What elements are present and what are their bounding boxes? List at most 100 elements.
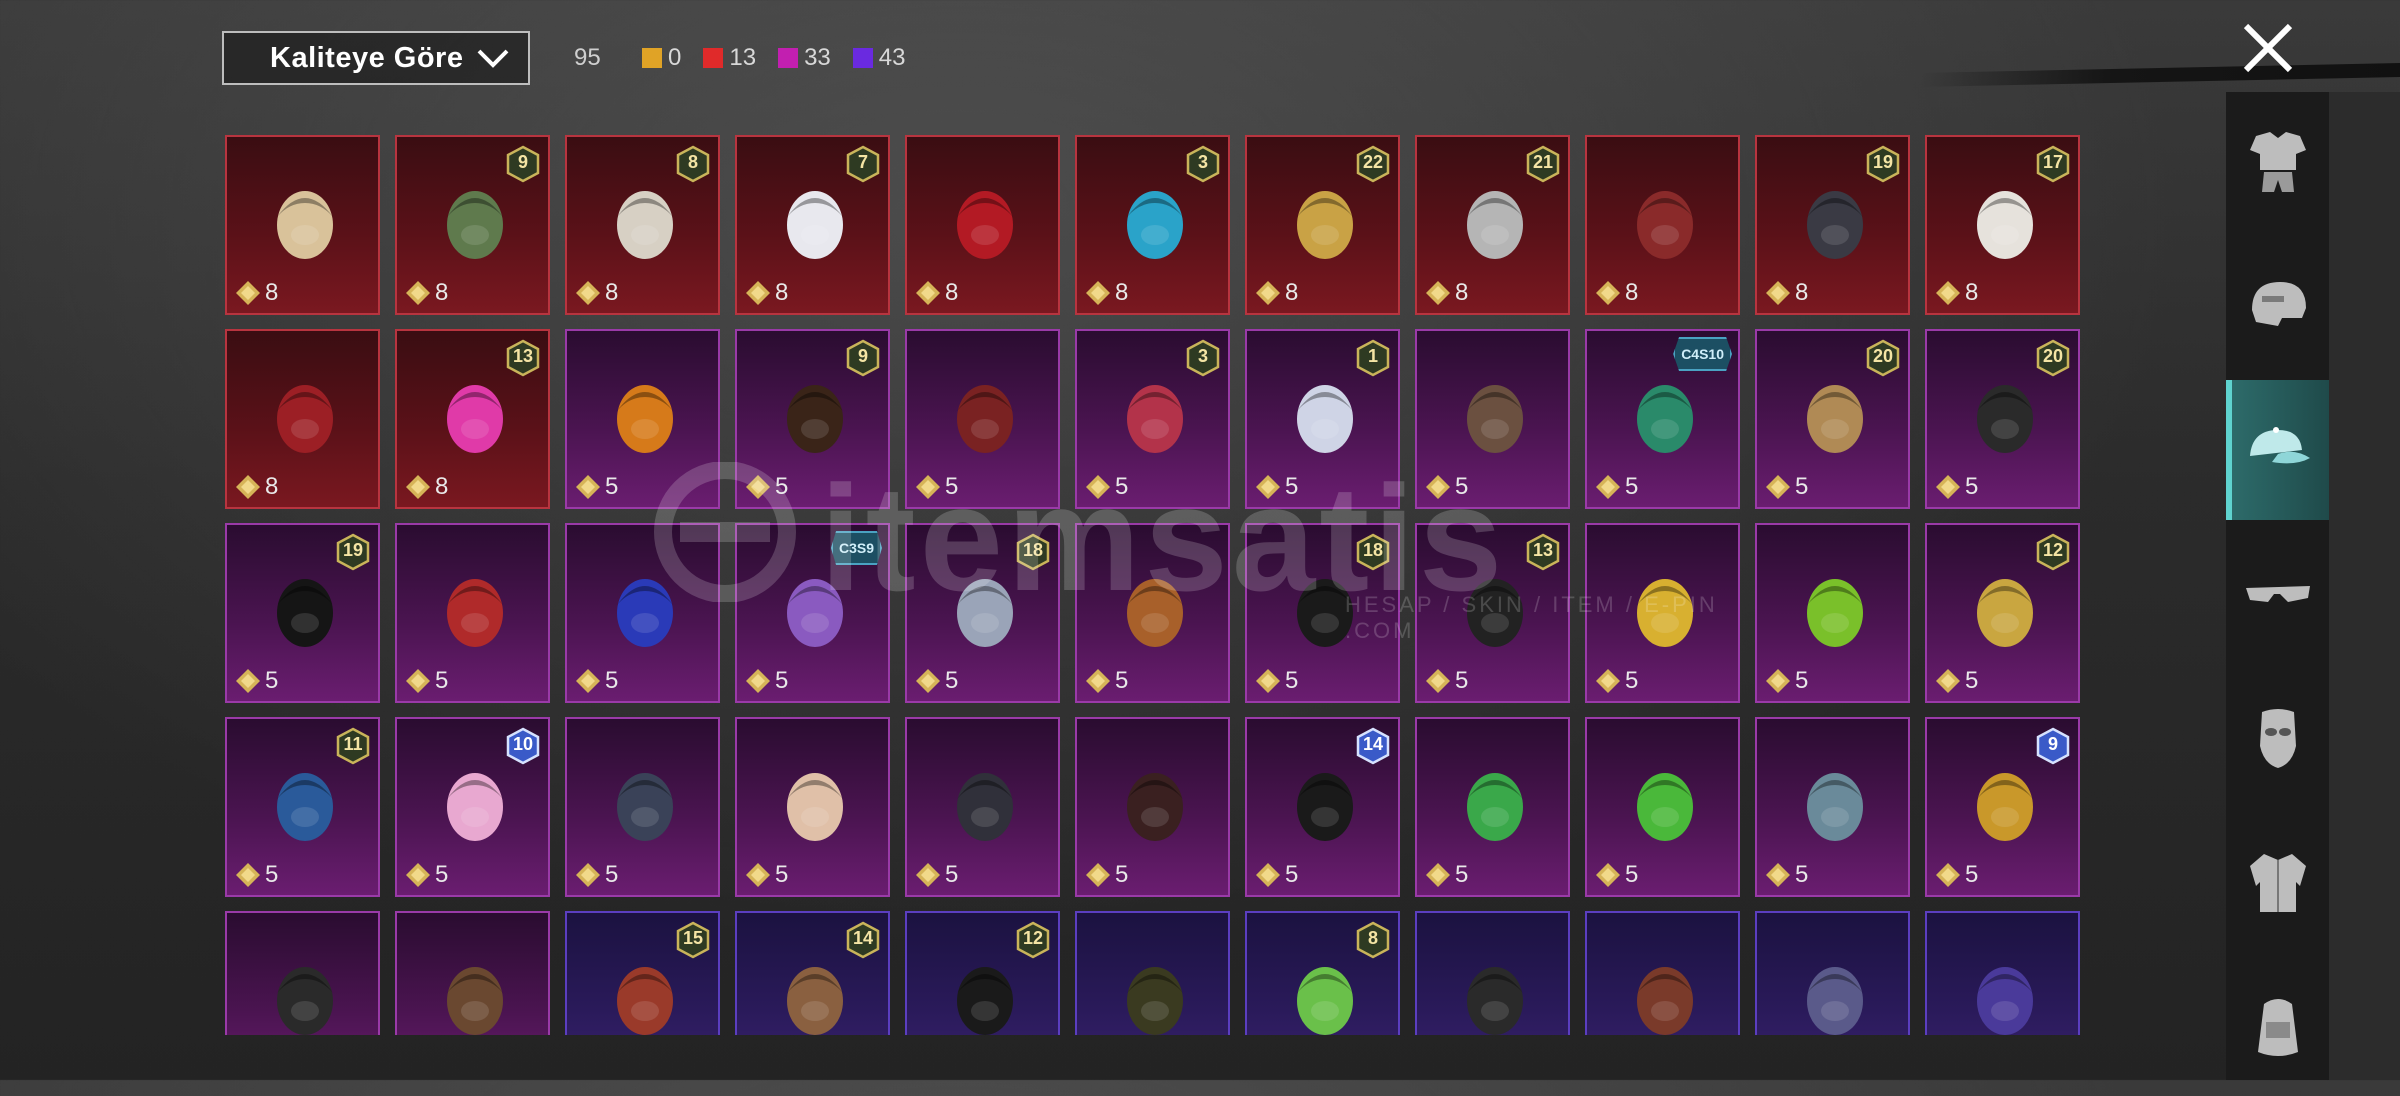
item-card[interactable]: 19 5 bbox=[225, 523, 380, 703]
item-card[interactable] bbox=[1755, 911, 1910, 1035]
item-value: 8 bbox=[405, 279, 448, 307]
item-card[interactable]: 88 bbox=[565, 135, 720, 315]
backpack-icon bbox=[2257, 999, 2298, 1056]
item-card[interactable]: 11 5 bbox=[225, 717, 380, 897]
item-value-number: 5 bbox=[1795, 667, 1809, 694]
rarity-legend-item: 43 bbox=[852, 44, 905, 72]
item-card[interactable]: 8 bbox=[1585, 135, 1740, 315]
diamond-coin-icon bbox=[1256, 863, 1280, 887]
item-card[interactable]: 98 bbox=[395, 135, 550, 315]
item-card[interactable] bbox=[1075, 911, 1230, 1035]
item-card[interactable]: 15 bbox=[1245, 329, 1400, 509]
category-mask[interactable] bbox=[2226, 668, 2329, 808]
rarity-swatch bbox=[852, 48, 873, 68]
item-value: 8 bbox=[1425, 279, 1468, 307]
rarity-legend-item: 33 bbox=[778, 44, 831, 72]
item-artwork-icon bbox=[1297, 191, 1353, 259]
item-card[interactable] bbox=[1415, 911, 1570, 1035]
item-card[interactable]: 5 bbox=[565, 523, 720, 703]
item-value: 5 bbox=[575, 861, 618, 889]
item-value-number: 8 bbox=[265, 473, 279, 500]
item-card[interactable]: 5 bbox=[905, 717, 1060, 897]
item-card[interactable]: 18 5 bbox=[905, 523, 1060, 703]
item-card[interactable]: 5 bbox=[565, 717, 720, 897]
diamond-coin-icon bbox=[1596, 281, 1620, 305]
item-card[interactable]: 18 5 bbox=[1245, 523, 1400, 703]
item-card[interactable]: C4S10 5 bbox=[1585, 329, 1740, 509]
item-card[interactable] bbox=[1925, 911, 2080, 1035]
item-value: 5 bbox=[1425, 667, 1468, 695]
diamond-coin-icon bbox=[746, 669, 770, 693]
item-card[interactable]: 95 bbox=[1925, 717, 2080, 897]
item-value: 5 bbox=[1085, 667, 1128, 695]
category-backpack[interactable] bbox=[2226, 956, 2329, 1096]
item-value-number: 5 bbox=[605, 667, 619, 694]
background-streak bbox=[1920, 62, 2400, 88]
level-badge: 9 bbox=[2036, 727, 2070, 765]
glasses-icon bbox=[2245, 586, 2310, 602]
item-card[interactable] bbox=[225, 911, 380, 1035]
item-card[interactable]: 14 bbox=[735, 911, 890, 1035]
item-card[interactable]: 5 bbox=[565, 329, 720, 509]
close-button[interactable] bbox=[2238, 18, 2298, 78]
item-card[interactable]: 5 bbox=[1755, 523, 1910, 703]
item-card[interactable]: 5 bbox=[735, 717, 890, 897]
diamond-coin-icon bbox=[1086, 669, 1110, 693]
item-value-number: 8 bbox=[1455, 279, 1469, 306]
item-card[interactable]: 19 8 bbox=[1755, 135, 1910, 315]
item-card[interactable]: 35 bbox=[1075, 329, 1230, 509]
diamond-coin-icon bbox=[1936, 281, 1960, 305]
item-value-number: 5 bbox=[605, 473, 619, 500]
item-card[interactable]: 22 8 bbox=[1245, 135, 1400, 315]
item-card[interactable]: 8 bbox=[1245, 911, 1400, 1035]
item-card[interactable]: 5 bbox=[1585, 523, 1740, 703]
item-card[interactable]: 38 bbox=[1075, 135, 1230, 315]
item-card[interactable]: 5 bbox=[395, 523, 550, 703]
item-artwork-icon bbox=[1977, 579, 2033, 647]
helmet-icon bbox=[2251, 282, 2306, 326]
level-badge: 9 bbox=[506, 145, 540, 183]
item-card[interactable]: 95 bbox=[735, 329, 890, 509]
item-card[interactable]: 5 bbox=[1075, 523, 1230, 703]
item-card[interactable]: 5 bbox=[1585, 717, 1740, 897]
item-card[interactable]: 20 5 bbox=[1755, 329, 1910, 509]
category-jacket[interactable] bbox=[2226, 812, 2329, 952]
item-card[interactable] bbox=[1585, 911, 1740, 1035]
item-card[interactable]: 78 bbox=[735, 135, 890, 315]
item-card[interactable]: 5 bbox=[1755, 717, 1910, 897]
item-card[interactable]: 12 bbox=[905, 911, 1060, 1035]
item-artwork-icon bbox=[447, 191, 503, 259]
item-card[interactable]: 8 bbox=[225, 329, 380, 509]
item-card[interactable]: 12 5 bbox=[1925, 523, 2080, 703]
category-helmet[interactable] bbox=[2226, 236, 2329, 376]
item-card[interactable]: 13 5 bbox=[1415, 523, 1570, 703]
item-card[interactable]: 13 8 bbox=[395, 329, 550, 509]
category-cap[interactable] bbox=[2226, 380, 2329, 520]
item-artwork-icon bbox=[447, 967, 503, 1035]
item-value: 5 bbox=[575, 667, 618, 695]
item-card[interactable]: 8 bbox=[225, 135, 380, 315]
item-card[interactable] bbox=[395, 911, 550, 1035]
item-artwork-icon bbox=[1977, 385, 2033, 453]
item-value-number: 5 bbox=[605, 861, 619, 888]
item-card[interactable]: C3S9 5 bbox=[735, 523, 890, 703]
item-card[interactable]: 15 bbox=[565, 911, 720, 1035]
item-artwork-icon bbox=[1127, 967, 1183, 1035]
item-card[interactable]: 17 8 bbox=[1925, 135, 2080, 315]
item-card[interactable]: 5 bbox=[1415, 717, 1570, 897]
item-card[interactable]: 5 bbox=[1415, 329, 1570, 509]
item-card[interactable]: 20 5 bbox=[1925, 329, 2080, 509]
item-card[interactable]: 14 5 bbox=[1245, 717, 1400, 897]
item-card[interactable]: 21 8 bbox=[1415, 135, 1570, 315]
item-card[interactable]: 5 bbox=[1075, 717, 1230, 897]
item-card[interactable]: 10 5 bbox=[395, 717, 550, 897]
item-value-number: 5 bbox=[945, 667, 959, 694]
category-glasses[interactable] bbox=[2226, 524, 2329, 664]
item-card[interactable]: 8 bbox=[905, 135, 1060, 315]
item-card[interactable]: 5 bbox=[905, 329, 1060, 509]
category-outfit[interactable] bbox=[2226, 92, 2329, 232]
item-artwork-icon bbox=[1467, 773, 1523, 841]
level-number: 13 bbox=[1532, 540, 1554, 560]
sort-dropdown[interactable]: Kaliteye Göre bbox=[222, 31, 530, 85]
item-artwork-icon bbox=[1467, 579, 1523, 647]
